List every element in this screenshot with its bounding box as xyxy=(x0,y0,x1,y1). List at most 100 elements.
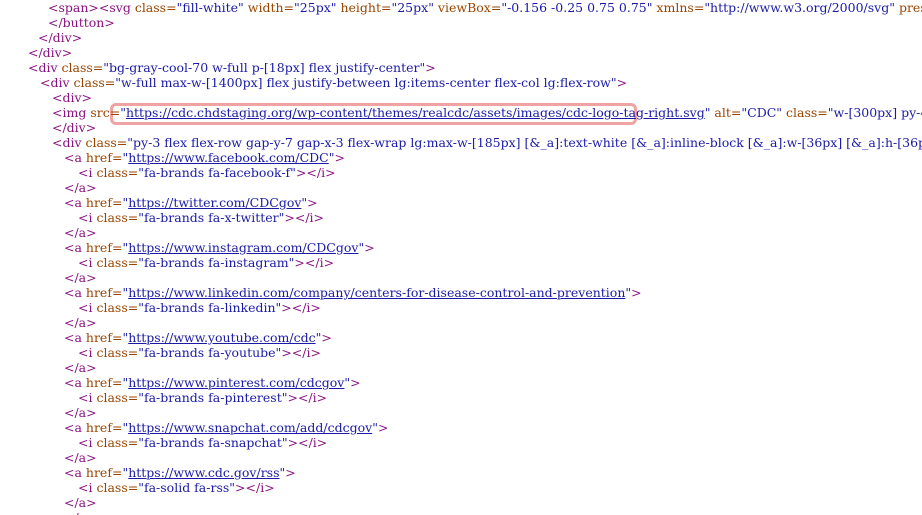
attribute-name: preserveAspectRati xyxy=(898,0,922,15)
markup-tag: ></i> xyxy=(294,255,335,270)
markup-tag: </a> xyxy=(64,510,97,515)
attribute-name: href= xyxy=(85,330,123,345)
markup-tag: <a xyxy=(64,150,86,165)
markup-tag: <a xyxy=(64,375,86,390)
markup-tag: <svg xyxy=(98,0,135,15)
attribute-name: class= xyxy=(61,60,104,75)
source-link[interactable]: https://www.youtube.com/cdc xyxy=(128,330,315,345)
markup-tag: <span> xyxy=(48,0,99,15)
attribute-name: src= xyxy=(90,105,121,120)
markup-tag: </a> xyxy=(64,495,97,510)
source-link[interactable]: https://www.facebook.com/CDC xyxy=(128,150,329,165)
attribute-name: class= xyxy=(96,435,139,450)
attribute-value: "fa-solid fa-rss" xyxy=(138,480,236,495)
source-link[interactable]: https://cdc.chdstaging.org/wp-content/th… xyxy=(126,105,705,120)
markup-tag: </a> xyxy=(64,360,97,375)
markup-tag: ></i> xyxy=(287,435,328,450)
attribute-value: "25px" xyxy=(294,0,337,15)
attribute-name: class= xyxy=(85,135,128,150)
markup-tag: </div> xyxy=(28,45,73,60)
markup-tag: <a xyxy=(64,330,86,345)
attribute-value: "w-full max-w-[1400px] flex justify-betw… xyxy=(115,75,617,90)
source-line: <span><svg class="fill-white" width="25p… xyxy=(48,0,922,15)
markup-tag: <a xyxy=(64,195,86,210)
source-line: </a> xyxy=(64,495,97,510)
attribute-value: "CDC" xyxy=(741,105,783,120)
attribute-value: "w-[300px] py-4" xyxy=(827,105,922,120)
attribute-name: class= xyxy=(96,210,139,225)
markup-tag: <div> xyxy=(52,90,93,105)
source-line: </div> xyxy=(28,45,72,60)
markup-tag: </div> xyxy=(52,120,97,135)
markup-tag: > xyxy=(350,375,361,390)
attribute-name: class= xyxy=(96,345,139,360)
attribute-name: class= xyxy=(96,390,139,405)
attribute-value: "25px" xyxy=(391,0,434,15)
source-line: </button> xyxy=(48,15,115,30)
markup-tag: <a xyxy=(64,285,86,300)
source-line: </a> xyxy=(64,270,97,285)
attribute-value: "fa-brands fa-snapchat" xyxy=(138,435,288,450)
source-line: <i class="fa-brands fa-pinterest"></i> xyxy=(78,390,327,405)
source-link[interactable]: https://www.cdc.gov/rss xyxy=(128,465,279,480)
attribute-name: href= xyxy=(85,285,123,300)
source-line: <a href="https://www.instagram.com/CDCgo… xyxy=(64,240,375,255)
attribute-name: class= xyxy=(134,0,177,15)
source-line: <a href="https://www.youtube.com/cdc"> xyxy=(64,330,332,345)
source-line: <a href="https://www.facebook.com/CDC"> xyxy=(64,150,345,165)
attribute-name: class= xyxy=(73,75,116,90)
markup-tag: </a> xyxy=(64,180,97,195)
attribute-name: href= xyxy=(85,420,123,435)
source-line: </a> xyxy=(64,360,97,375)
source-line: <i class="fa-brands fa-linkedin"></i> xyxy=(78,300,321,315)
attribute-name: class= xyxy=(782,105,828,120)
source-line: <div class="w-full max-w-[1400px] flex j… xyxy=(40,75,627,90)
attribute-name: alt= xyxy=(710,105,742,120)
markup-tag: <a xyxy=(64,240,86,255)
source-link[interactable]: https://www.linkedin.com/company/centers… xyxy=(128,285,625,300)
source-line: </a> xyxy=(64,405,97,420)
markup-tag: > xyxy=(631,285,642,300)
markup-tag: > xyxy=(425,60,436,75)
source-link[interactable]: https://www.pinterest.com/cdcgov xyxy=(128,375,344,390)
markup-tag: > xyxy=(364,240,375,255)
markup-tag: > xyxy=(334,150,345,165)
markup-tag: <i xyxy=(78,435,97,450)
source-link[interactable]: https://www.snapchat.com/add/cdcgov xyxy=(128,420,372,435)
attribute-name: href= xyxy=(85,375,123,390)
attribute-name: class= xyxy=(96,480,139,495)
attribute-name: xmlns= xyxy=(652,0,705,15)
source-line: <i class="fa-brands fa-youtube"></i> xyxy=(78,345,321,360)
markup-tag: > xyxy=(321,330,332,345)
attribute-value: "-0.156 -0.25 0.75 0.75" xyxy=(501,0,653,15)
source-line: </div> xyxy=(38,30,82,45)
markup-tag: <div xyxy=(40,75,74,90)
source-line: </a> xyxy=(64,510,97,515)
source-line: <a href="https://www.pinterest.com/cdcgo… xyxy=(64,375,361,390)
markup-tag: </a> xyxy=(64,270,97,285)
source-link[interactable]: https://twitter.com/CDCgov xyxy=(128,195,301,210)
markup-tag: </a> xyxy=(64,315,97,330)
markup-tag: > xyxy=(377,420,389,435)
attribute-value: "fa-brands fa-linkedin" xyxy=(138,300,282,315)
markup-tag: <i xyxy=(78,480,97,495)
source-line: <div> xyxy=(52,90,92,105)
markup-tag: <a xyxy=(64,465,86,480)
source-line: <div class="py-3 flex flex-row gap-y-7 g… xyxy=(52,135,922,150)
source-line: </a> xyxy=(64,225,97,240)
markup-tag: <i xyxy=(78,300,97,315)
source-viewer: <span><svg class="fill-white" width="25p… xyxy=(0,0,922,515)
attribute-value: "fa-brands fa-pinterest" xyxy=(138,390,288,405)
attribute-name: href= xyxy=(85,195,123,210)
attribute-name: viewBox= xyxy=(433,0,502,15)
source-link[interactable]: https://www.instagram.com/CDCgov xyxy=(128,240,358,255)
markup-tag: </a> xyxy=(64,225,97,240)
markup-tag: <i xyxy=(78,345,97,360)
markup-tag: > xyxy=(285,465,296,480)
attribute-name: href= xyxy=(85,240,123,255)
source-line: <a href="https://twitter.com/CDCgov"> xyxy=(64,195,318,210)
attribute-value: "fa-brands fa-facebook-f" xyxy=(138,165,296,180)
attribute-value: "fa-brands fa-youtube" xyxy=(138,345,282,360)
attribute-name: height= xyxy=(336,0,392,15)
attribute-name: href= xyxy=(85,150,123,165)
